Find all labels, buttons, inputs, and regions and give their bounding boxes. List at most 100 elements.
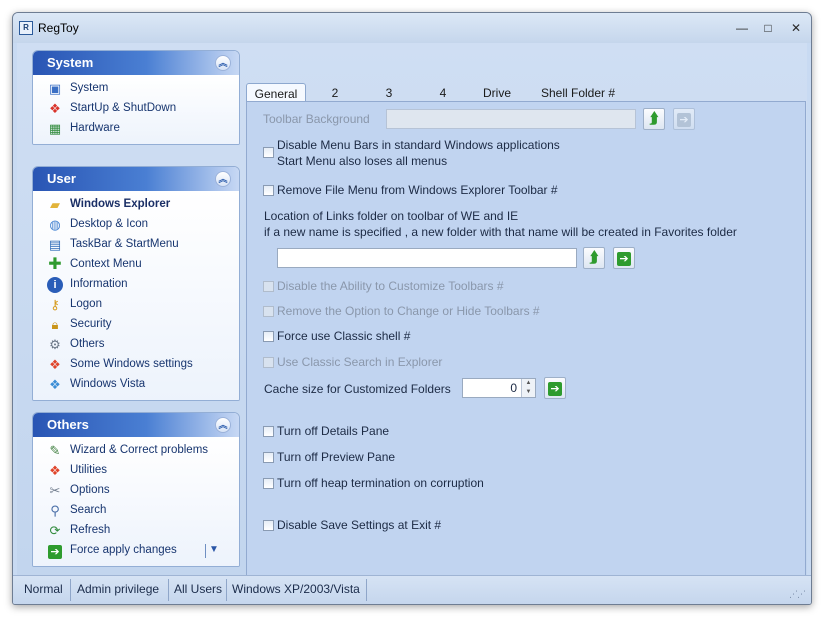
panel-system-header[interactable]: System ︽	[33, 51, 239, 75]
disable-save-settings-checkbox[interactable]	[263, 520, 274, 531]
details-pane-checkbox[interactable]	[263, 426, 274, 437]
gear-icon: ⚙	[49, 337, 61, 352]
sidebar-item-wizard[interactable]: ✎ Wizard & Correct problems	[33, 441, 239, 461]
collapse-icon[interactable]: ︽	[215, 55, 231, 71]
sidebar-item-refresh[interactable]: ⟳ Refresh	[33, 521, 239, 541]
preview-pane-checkbox[interactable]	[263, 452, 274, 463]
sidebar-item-label: Force apply changes	[70, 544, 177, 556]
wizard-icon: ✎	[49, 443, 61, 458]
sidebar-item-label: Context Menu	[70, 258, 142, 270]
force-classic-shell-checkbox[interactable]	[263, 331, 274, 342]
panel-title: System	[47, 55, 94, 70]
minimize-button[interactable]: —	[731, 19, 753, 37]
remove-file-menu-checkbox[interactable]	[263, 185, 274, 196]
refresh-icon: ⟳	[49, 523, 61, 538]
panel-user: User ︽ ▰ Windows Explorer ◍ Desktop & Ic…	[32, 166, 240, 401]
toolbar-background-field	[386, 109, 636, 129]
sidebar-item-label: TaskBar & StartMenu	[70, 238, 179, 250]
disable-customize-toolbars-checkbox	[263, 281, 274, 292]
cache-size-stepper[interactable]: 0 ▲ ▼	[462, 378, 536, 398]
panel-others-header[interactable]: Others ︽	[33, 413, 239, 437]
sidebar-item-label: Windows Vista	[70, 378, 146, 390]
info-icon: i	[47, 277, 63, 293]
sidebar-item-force-apply[interactable]: ➔ Force apply changes ▼	[33, 541, 239, 561]
windows-logo-icon: ❖	[49, 463, 61, 478]
status-scope: All Users	[174, 582, 223, 596]
sidebar-item-system[interactable]: ▣ System	[33, 79, 239, 99]
tab-3[interactable]: 3	[379, 83, 399, 103]
disable-menu-bars-sublabel: Start Menu also loses all menus	[277, 154, 448, 168]
arrow-right-icon: ➔	[617, 252, 631, 266]
sidebar-item-label: StartUp & ShutDown	[70, 102, 177, 114]
panel-system: System ︽ ▣ System ❖ StartUp & ShutDown ▦…	[32, 50, 240, 145]
sidebar-item-label: System	[70, 82, 109, 94]
dropdown-arrow-icon[interactable]: ▼	[205, 544, 219, 558]
links-folder-apply-button[interactable]: ➔	[613, 247, 635, 269]
sidebar-item-desktop-icon[interactable]: ◍ Desktop & Icon	[33, 215, 239, 235]
maximize-button[interactable]: □	[757, 19, 779, 37]
tab-general[interactable]: General	[246, 83, 306, 103]
arrow-right-icon: ➔	[677, 113, 691, 127]
sidebar-item-label: Security	[70, 318, 112, 330]
sidebar-item-others[interactable]: ⚙ Others	[33, 335, 239, 355]
panel-title: Others	[47, 417, 89, 432]
sidebar-item-startup-shutdown[interactable]: ❖ StartUp & ShutDown	[33, 99, 239, 119]
browse-button[interactable]: ⮭	[643, 108, 665, 130]
sidebar-item-label: Wizard & Correct problems	[70, 444, 209, 456]
client-area: System ︽ ▣ System ❖ StartUp & ShutDown ▦…	[17, 43, 807, 603]
sidebar-item-logon[interactable]: ⚷ Logon	[33, 295, 239, 315]
sidebar-item-windows-vista[interactable]: ❖ Windows Vista	[33, 375, 239, 395]
disable-menu-bars-checkbox[interactable]	[263, 147, 274, 158]
status-mode: Normal	[24, 582, 63, 596]
sidebar-item-label: Utilities	[70, 464, 108, 476]
sidebar-item-label: Search	[70, 504, 107, 516]
stepper-up-icon[interactable]: ▲	[522, 379, 535, 388]
sidebar-item-label: Information	[70, 278, 128, 290]
toolbar-background-label: Toolbar Background	[263, 112, 370, 126]
tab-shell-folder[interactable]: Shell Folder #	[533, 83, 623, 103]
cache-size-value: 0	[510, 381, 517, 395]
cache-size-apply-button[interactable]: ➔	[544, 377, 566, 399]
disable-customize-toolbars-label: Disable the Ability to Customize Toolbar…	[277, 279, 504, 293]
taskbar-icon: ▤	[48, 237, 62, 252]
collapse-icon[interactable]: ︽	[215, 171, 231, 187]
sidebar-item-taskbar-startmenu[interactable]: ▤ TaskBar & StartMenu	[33, 235, 239, 255]
stepper-down-icon[interactable]: ▼	[522, 388, 535, 397]
sidebar-item-context-menu[interactable]: ✚ Context Menu	[33, 255, 239, 275]
green-arrow-icon: ➔	[47, 543, 63, 559]
folder-icon: ▰	[50, 197, 60, 212]
sidebar-item-search[interactable]: ⚲ Search	[33, 501, 239, 521]
sidebar-item-windows-explorer[interactable]: ▰ Windows Explorer	[33, 195, 239, 215]
chip-icon: ▦	[48, 121, 62, 136]
remove-change-hide-toolbars-checkbox	[263, 306, 274, 317]
sidebar-item-options[interactable]: ✂ Options	[33, 481, 239, 501]
collapse-icon[interactable]: ︽	[215, 417, 231, 433]
panel-others: Others ︽ ✎ Wizard & Correct problems ❖ U…	[32, 412, 240, 567]
app-window: R RegToy — □ ✕ System ︽ ▣ System ❖ Start…	[12, 12, 812, 605]
tab-drive[interactable]: Drive	[475, 83, 519, 103]
classic-search-checkbox	[263, 357, 274, 368]
links-folder-browse-button[interactable]: ⮭	[583, 247, 605, 269]
tab-2[interactable]: 2	[325, 83, 345, 103]
heap-termination-checkbox[interactable]	[263, 478, 274, 489]
sidebar-item-information[interactable]: i Information	[33, 275, 239, 295]
sidebar-item-some-windows-settings[interactable]: ❖ Some Windows settings	[33, 355, 239, 375]
sidebar-item-hardware[interactable]: ▦ Hardware	[33, 119, 239, 139]
plus-icon: ✚	[48, 256, 62, 273]
remove-file-menu-label: Remove File Menu from Windows Explorer T…	[277, 183, 558, 197]
sidebar-item-security[interactable]: 🔒︎ Security	[33, 315, 239, 335]
sidebar-item-label: Refresh	[70, 524, 111, 536]
windows-logo-icon: ❖	[49, 377, 61, 392]
force-classic-shell-label: Force use Classic shell #	[277, 329, 411, 343]
up-arrow-icon: ⮭	[589, 249, 599, 266]
links-folder-input[interactable]	[277, 248, 577, 268]
app-icon: R	[19, 21, 33, 35]
title-bar[interactable]: R RegToy — □ ✕	[13, 13, 811, 43]
panel-user-header[interactable]: User ︽	[33, 167, 239, 191]
sidebar-item-label: Others	[70, 338, 105, 350]
disable-save-settings-label: Disable Save Settings at Exit #	[277, 518, 442, 532]
close-button[interactable]: ✕	[785, 19, 807, 37]
tab-4[interactable]: 4	[433, 83, 453, 103]
resize-grip-icon[interactable]: ⋰⋰	[789, 589, 806, 600]
sidebar-item-utilities[interactable]: ❖ Utilities	[33, 461, 239, 481]
